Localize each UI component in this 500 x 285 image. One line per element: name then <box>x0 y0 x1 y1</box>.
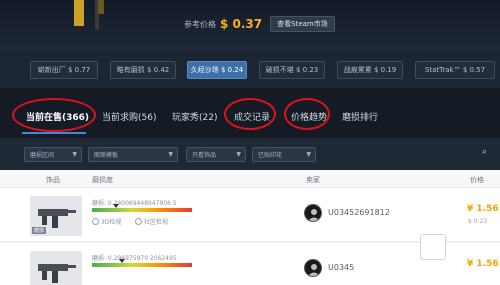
wear-range-select[interactable]: 磨损区间 ▼ <box>24 147 82 162</box>
column-item: 饰品 <box>46 176 60 184</box>
tab-buy-orders[interactable]: 当前求购(56) <box>102 110 156 123</box>
wear-pointer <box>113 204 119 208</box>
wear-selector: 崭新出厂 $ 0.77 略有磨损 $ 0.42 久经沙场 $ 0.24 破损不堪… <box>0 52 500 88</box>
column-seller: 卖家 <box>306 176 320 184</box>
inspect-community-button[interactable]: 社区检视 <box>135 217 168 226</box>
seller-name[interactable]: U03452691812 <box>328 208 390 217</box>
chevron-down-icon: ▼ <box>306 151 311 158</box>
tab-bar: 当前在售(366) 当前求购(56) 玩家秀(22) 成交记录 价格趋势 磨损排… <box>0 88 500 138</box>
item-header: 参考价格 $ 0.37 查看Steam市场 <box>0 0 500 52</box>
annotation-circle-trade-history <box>224 98 276 130</box>
reference-price-value: $ 0.37 <box>220 17 263 31</box>
floating-action-button[interactable] <box>420 234 446 260</box>
wear-bar <box>92 263 192 267</box>
inspect-3d-label: 3D检视 <box>101 219 122 226</box>
inspect-3d-button[interactable]: 3D检视 <box>92 217 121 226</box>
item-thumbnail[interactable]: 磨损 <box>30 196 82 236</box>
sticker-select-value: 已贴印花 <box>258 152 283 159</box>
annotation-circle-on-sale <box>12 98 96 132</box>
wear-chip-factory-new[interactable]: 崭新出厂 $ 0.77 <box>30 61 98 79</box>
avatar-icon <box>308 209 320 221</box>
search-icon[interactable]: ⌕ <box>482 147 492 161</box>
inspect-community-label: 社区检视 <box>144 219 169 226</box>
wear-value: 磨损: 0.240069448947906 5 <box>92 200 177 207</box>
wear-chip-battle-scarred[interactable]: 战痕累累 $ 0.19 <box>337 61 403 79</box>
tab-wear-ranking[interactable]: 磨损排行 <box>342 110 378 123</box>
circle-icon <box>92 218 99 225</box>
seller-name[interactable]: U0345 <box>328 263 354 272</box>
thumbnail-tag: 磨损 <box>32 227 47 234</box>
wear-chip-stattrak[interactable]: StatTrak™ $ 0.57 <box>415 61 495 79</box>
pattern-select[interactable]: 图案模板 ▼ <box>88 147 178 162</box>
column-wear: 磨损度 <box>92 176 113 184</box>
item-image <box>74 0 104 32</box>
wear-chip-field-tested[interactable]: 久经沙场 $ 0.24 <box>187 61 247 79</box>
item-only-select-value: 只看饰品 <box>192 152 217 159</box>
chevron-down-icon: ▼ <box>72 151 77 158</box>
avatar[interactable] <box>304 259 322 277</box>
filter-bar: 磨损区间 ▼ 图案模板 ▼ 只看饰品 ▼ 已贴印花 ▼ ⌕ <box>0 138 500 170</box>
tab-player-showcase[interactable]: 玩家秀(22) <box>172 110 217 123</box>
reference-price-label: 参考价格 <box>184 19 216 29</box>
reference-price: 参考价格 $ 0.37 查看Steam市场 <box>184 16 335 32</box>
usd-price: $ 0.23 <box>468 218 488 225</box>
price: ¥ 1.56 <box>467 204 499 214</box>
annotation-circle-price-trend <box>284 98 330 130</box>
wear-pointer <box>119 259 125 263</box>
avatar[interactable] <box>304 204 322 222</box>
sticker-select[interactable]: 已贴印花 ▼ <box>252 147 316 162</box>
pattern-select-value: 图案模板 <box>94 152 119 159</box>
column-price: 价格 <box>470 176 484 184</box>
wear-range-select-value: 磨损区间 <box>30 152 55 159</box>
wear-chip-minimal-wear[interactable]: 略有磨损 $ 0.42 <box>110 61 176 79</box>
item-only-select[interactable]: 只看饰品 ▼ <box>186 147 246 162</box>
listing-table: 饰品 磨损度 卖家 价格 磨损 磨损: 0.240069448947906 5 … <box>0 170 500 285</box>
item-thumbnail[interactable] <box>30 251 82 285</box>
steam-market-button[interactable]: 查看Steam市场 <box>270 16 335 32</box>
table-header: 饰品 磨损度 卖家 价格 <box>0 170 500 188</box>
chevron-down-icon: ▼ <box>168 151 173 158</box>
price: ¥ 1.56 <box>467 259 499 269</box>
active-tab-indicator <box>22 132 86 134</box>
wear-bar <box>92 208 192 212</box>
avatar-icon <box>308 264 320 276</box>
wear-chip-well-worn[interactable]: 破损不堪 $ 0.23 <box>259 61 325 79</box>
wear-value: 磨损: 0.296975970 2062495 <box>92 255 177 262</box>
circle-icon <box>135 218 142 225</box>
chevron-down-icon: ▼ <box>236 151 241 158</box>
gun-icon <box>38 264 76 283</box>
